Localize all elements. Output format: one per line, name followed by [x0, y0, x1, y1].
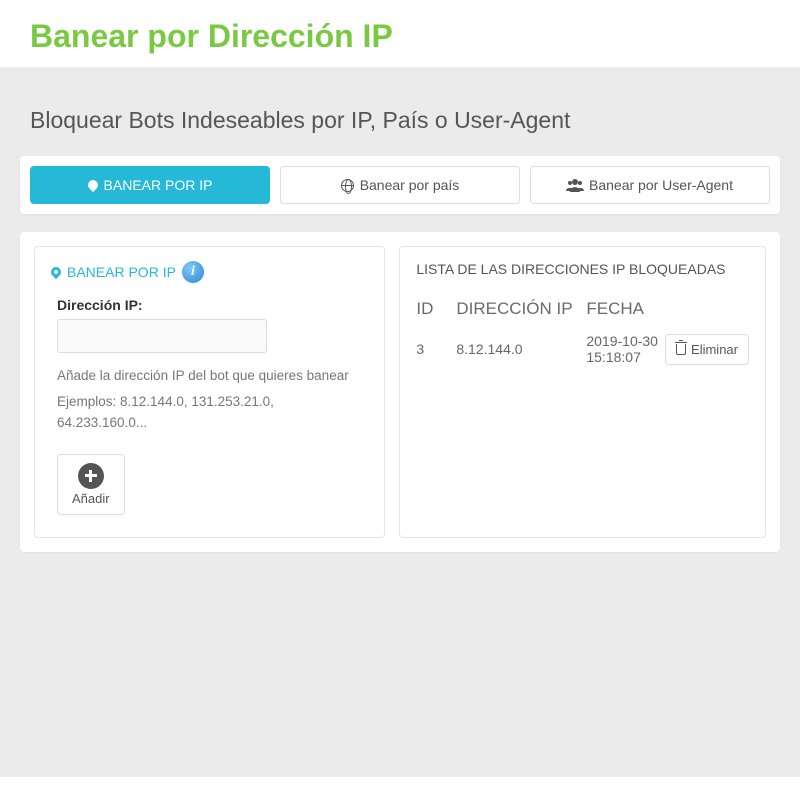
tab-label: Banear por User-Agent [589, 177, 733, 193]
tab-ban-country[interactable]: Banear por país [280, 166, 520, 204]
td-ip: 8.12.144.0 [456, 341, 586, 357]
blocked-ips-panel: LISTA DE LAS DIRECCIONES IP BLOQUEADAS I… [399, 246, 766, 538]
delete-button[interactable]: Eliminar [665, 334, 749, 365]
content-card: BANEAR POR IP i Dirección IP: Añade la d… [20, 232, 780, 552]
ip-field-label: Dirección IP: [51, 297, 368, 319]
th-id: ID [416, 299, 456, 319]
panel-header: BANEAR POR IP i [51, 261, 368, 297]
page-subtitle: Bloquear Bots Indeseables por IP, País o… [20, 107, 780, 156]
tabs-bar: BANEAR POR IP Banear por país Banear por… [20, 156, 780, 214]
th-date: FECHA [586, 299, 749, 319]
td-id: 3 [416, 341, 456, 357]
pin-icon [49, 265, 63, 279]
trash-icon [676, 344, 686, 355]
globe-icon [341, 179, 354, 192]
th-ip: DIRECCIÓN IP [456, 299, 586, 319]
add-button[interactable]: Añadir [57, 454, 125, 515]
tab-ban-user-agent[interactable]: Banear por User-Agent [530, 166, 770, 204]
users-icon [567, 179, 583, 192]
tab-label: Banear por país [360, 177, 460, 193]
plus-circle-icon [78, 463, 104, 489]
td-date: 2019-10-30 15:18:07 [586, 333, 665, 365]
page-main-title: Banear por Dirección IP [0, 0, 800, 67]
info-icon[interactable]: i [182, 261, 204, 283]
delete-button-label: Eliminar [691, 342, 738, 357]
content-area: Bloquear Bots Indeseables por IP, País o… [0, 67, 800, 777]
tab-label: BANEAR POR IP [104, 177, 213, 193]
panel-header-text: BANEAR POR IP [67, 264, 176, 280]
pin-icon [85, 178, 99, 192]
ban-ip-form-panel: BANEAR POR IP i Dirección IP: Añade la d… [34, 246, 385, 538]
tab-ban-ip[interactable]: BANEAR POR IP [30, 166, 270, 204]
blocked-list-title: LISTA DE LAS DIRECCIONES IP BLOQUEADAS [416, 261, 749, 299]
helper-text-1: Añade la dirección IP del bot que quiere… [51, 363, 368, 389]
table-header-row: ID DIRECCIÓN IP FECHA [416, 299, 749, 333]
helper-text-2: Ejemplos: 8.12.144.0, 131.253.21.0, 64.2… [51, 389, 368, 436]
ip-input[interactable] [57, 319, 267, 353]
table-row: 3 8.12.144.0 2019-10-30 15:18:07 Elimina… [416, 333, 749, 365]
add-button-label: Añadir [72, 491, 110, 506]
